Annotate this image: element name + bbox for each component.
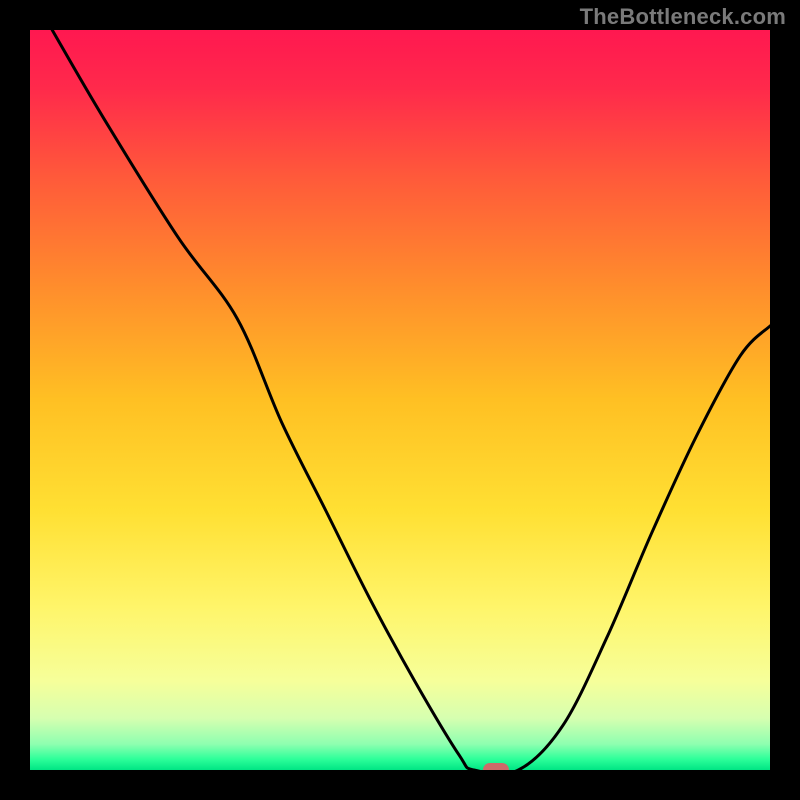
watermark-text: TheBottleneck.com (580, 4, 786, 30)
optimal-marker (483, 763, 509, 770)
bottleneck-curve (52, 30, 770, 770)
plot-area (30, 30, 770, 770)
curve-layer (30, 30, 770, 770)
chart-root: TheBottleneck.com (0, 0, 800, 800)
